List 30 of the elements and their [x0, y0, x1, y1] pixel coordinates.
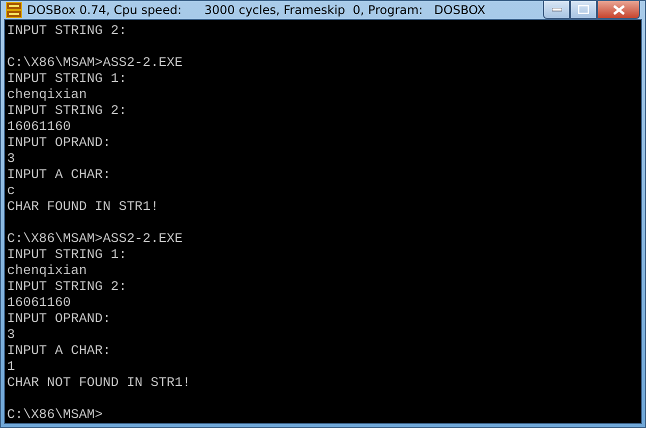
console-line: 3: [7, 327, 16, 343]
maximize-icon: [578, 5, 589, 14]
app-logo-icon: [6, 2, 22, 18]
console-line: CHAR NOT FOUND IN STR1!: [7, 375, 192, 391]
console-line: 3: [7, 151, 16, 167]
console-line: CHAR FOUND IN STR1!: [7, 199, 160, 215]
console-line: C:\X86\MSAM>ASS2-2.EXE: [7, 55, 184, 71]
console-line: INPUT A CHAR:: [7, 343, 112, 359]
console-line: 16061160: [7, 295, 72, 311]
minimize-button[interactable]: [543, 1, 570, 19]
console-line: INPUT STRING 1:: [7, 247, 128, 263]
console-line: INPUT OPRAND:: [7, 311, 112, 327]
console-line: INPUT STRING 2:: [7, 103, 128, 119]
console-line: INPUT STRING 2:: [7, 279, 128, 295]
maximize-button[interactable]: [570, 1, 597, 19]
console-line: c: [7, 183, 16, 199]
minimize-icon: [552, 8, 562, 12]
window-title: DOSBox 0.74, Cpu speed: 3000 cycles, Frameskip 0, Program: DOSBOX: [27, 3, 486, 17]
console-line: C:\X86\MSAM>: [7, 407, 104, 423]
console-line: C:\X86\MSAM>ASS2-2.EXE: [7, 231, 184, 247]
close-button[interactable]: [597, 1, 640, 19]
console-line: chenqixian: [7, 263, 88, 279]
console-line: INPUT A CHAR:: [7, 167, 112, 183]
close-icon: [612, 4, 624, 14]
console-line: INPUT STRING 2:: [7, 23, 128, 39]
console-line: chenqixian: [7, 87, 88, 103]
console-line: 1: [7, 359, 16, 375]
console-line: 16061160: [7, 119, 72, 135]
console-line: INPUT OPRAND:: [7, 135, 112, 151]
console-line: INPUT STRING 1:: [7, 71, 128, 87]
